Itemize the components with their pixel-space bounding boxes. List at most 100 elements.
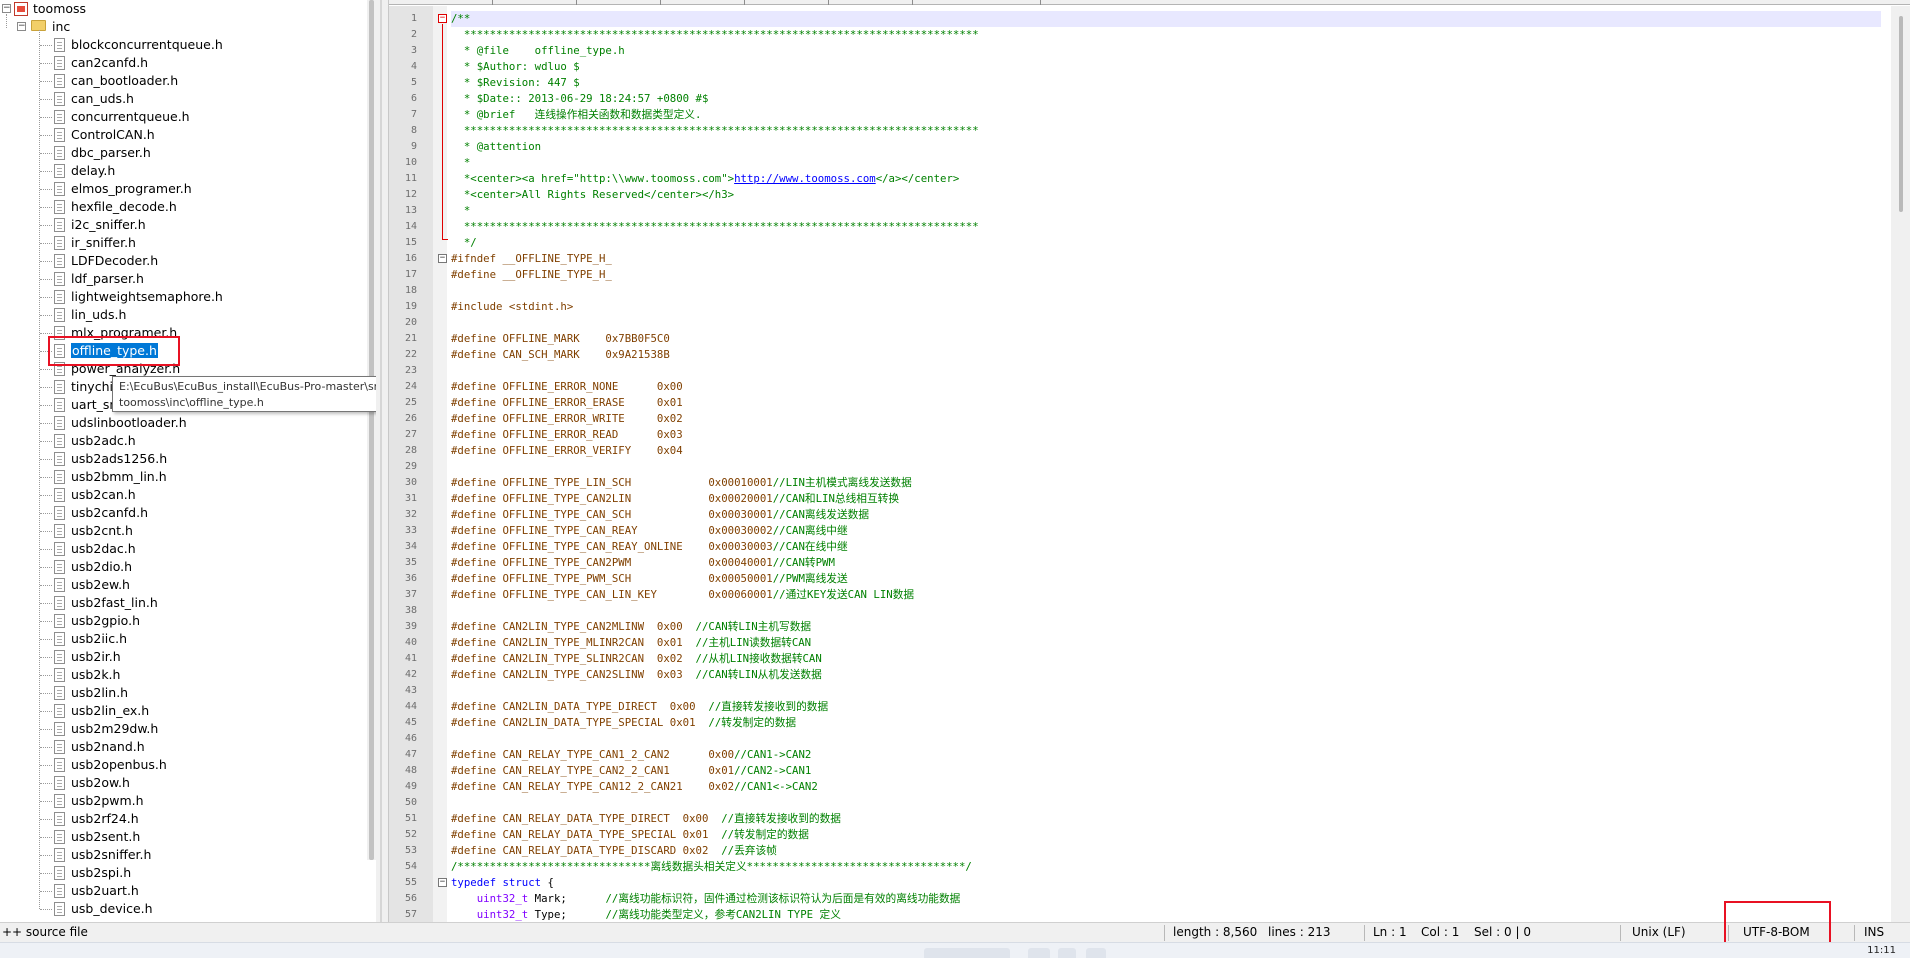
- tree-folder-inc[interactable]: inc: [52, 18, 70, 36]
- code-line[interactable]: #define OFFLINE_ERROR_VERIFY 0x04: [451, 443, 683, 459]
- tab-segment[interactable]: [577, 0, 661, 5]
- fold-toggle[interactable]: −: [438, 878, 447, 887]
- tree-file-item[interactable]: usb2k.h: [71, 666, 120, 684]
- code-line[interactable]: *: [451, 203, 470, 219]
- code-line[interactable]: /******************************离线数据头相关定义…: [451, 859, 972, 875]
- tab-segment[interactable]: [661, 0, 745, 5]
- code-line[interactable]: #define CAN_RELAY_TYPE_CAN2_2_CAN1 0x01/…: [451, 763, 811, 779]
- code-line[interactable]: #define OFFLINE_TYPE_LIN_SCH 0x00010001/…: [451, 475, 912, 491]
- tab-segment[interactable]: [745, 0, 829, 5]
- code-line[interactable]: #define OFFLINE_TYPE_CAN2LIN 0x00020001/…: [451, 491, 899, 507]
- tab-segment[interactable]: [493, 0, 577, 5]
- code-line[interactable]: /**: [451, 11, 1881, 27]
- code-line[interactable]: #define CAN_RELAY_TYPE_CAN1_2_CAN2 0x00/…: [451, 747, 811, 763]
- tree-file-item[interactable]: blockconcurrentqueue.h: [71, 36, 223, 54]
- code-line[interactable]: #define CAN2LIN_DATA_TYPE_DIRECT 0x00 //…: [451, 699, 828, 715]
- root-collapse-toggle[interactable]: −: [2, 4, 11, 13]
- code-line[interactable]: #define CAN_RELAY_DATA_TYPE_DIRECT 0x00 …: [451, 811, 841, 827]
- editor-scrollbar-thumb[interactable]: [1899, 16, 1903, 212]
- tree-file-item[interactable]: lightweightsemaphore.h: [71, 288, 223, 306]
- code-line[interactable]: #define CAN2LIN_TYPE_CAN2MLINW 0x00 //CA…: [451, 619, 811, 635]
- tree-file-item[interactable]: usb2can.h: [71, 486, 136, 504]
- taskbar-item[interactable]: [1028, 948, 1050, 958]
- tree-file-item[interactable]: usb2pwm.h: [71, 792, 144, 810]
- code-line[interactable]: *: [451, 155, 470, 171]
- tree-file-item[interactable]: usb2dac.h: [71, 540, 136, 558]
- tree-file-item[interactable]: usb2adc.h: [71, 432, 136, 450]
- code-line[interactable]: ****************************************…: [451, 123, 979, 139]
- code-line[interactable]: #define CAN_RELAY_DATA_TYPE_SPECIAL 0x01…: [451, 827, 809, 843]
- tree-file-item[interactable]: usb2ads1256.h: [71, 450, 167, 468]
- code-line[interactable]: #define OFFLINE_TYPE_PWM_SCH 0x00050001/…: [451, 571, 848, 587]
- fold-toggle[interactable]: −: [438, 254, 447, 263]
- tree-file-item[interactable]: usb2bmm_lin.h: [71, 468, 167, 486]
- splitter-grip[interactable]: [380, 0, 382, 922]
- code-text-area[interactable]: /** ************************************…: [451, 6, 1881, 922]
- tree-root-label[interactable]: toomoss: [33, 0, 86, 18]
- folder-collapse-toggle[interactable]: −: [17, 22, 26, 31]
- tree-file-item[interactable]: usb2gpio.h: [71, 612, 140, 630]
- tree-file-item[interactable]: lin_uds.h: [71, 306, 126, 324]
- code-line[interactable]: *<center>All Rights Reserved</center></h…: [451, 187, 734, 203]
- tree-file-item[interactable]: usb2lin.h: [71, 684, 128, 702]
- tree-file-item[interactable]: usb2uart.h: [71, 882, 139, 900]
- tree-file-item[interactable]: usb_device.h: [71, 900, 153, 918]
- tab-segment[interactable]: [829, 0, 913, 5]
- code-line[interactable]: ****************************************…: [451, 219, 979, 235]
- tree-file-item[interactable]: dbc_parser.h: [71, 144, 151, 162]
- tree-file-item[interactable]: usb2dio.h: [71, 558, 132, 576]
- status-eol[interactable]: Unix (LF): [1632, 923, 1686, 942]
- tree-file-item[interactable]: hexfile_decode.h: [71, 198, 177, 216]
- tree-file-item[interactable]: i2c_sniffer.h: [71, 216, 146, 234]
- tree-file-item[interactable]: usb2rf24.h: [71, 810, 139, 828]
- code-line[interactable]: #define OFFLINE_ERROR_WRITE 0x02: [451, 411, 683, 427]
- tree-file-item[interactable]: udslinbootloader.h: [71, 414, 187, 432]
- code-line[interactable]: #define OFFLINE_TYPE_CAN2PWM 0x00040001/…: [451, 555, 835, 571]
- code-line[interactable]: #define CAN_SCH_MARK 0x9A21538B: [451, 347, 670, 363]
- code-line[interactable]: #define OFFLINE_ERROR_NONE 0x00: [451, 379, 683, 395]
- code-line[interactable]: * $Date:: 2013-06-29 18:24:57 +0800 #$: [451, 91, 709, 107]
- editor-vertical-scrollbar[interactable]: [1891, 6, 1910, 922]
- code-line[interactable]: #define CAN_RELAY_DATA_TYPE_DISCARD 0x02…: [451, 843, 777, 859]
- code-line[interactable]: #define OFFLINE_MARK 0x7BB0F5C0: [451, 331, 670, 347]
- code-line[interactable]: * $Author: wdluo $: [451, 59, 580, 75]
- code-line[interactable]: #define CAN_RELAY_TYPE_CAN12_2_CAN21 0x0…: [451, 779, 818, 795]
- code-line[interactable]: * @brief 连线操作相关函数和数据类型定义.: [451, 107, 702, 123]
- tree-scrollbar[interactable]: [367, 0, 376, 860]
- code-line[interactable]: uint32_t Type; //离线功能类型定义，参考CAN2LIN TYPE…: [451, 907, 841, 922]
- pane-splitter[interactable]: [376, 0, 388, 922]
- code-line[interactable]: *<center><a href="http:\\www.toomoss.com…: [451, 171, 959, 187]
- tree-file-item[interactable]: concurrentqueue.h: [71, 108, 190, 126]
- code-line[interactable]: * @attention: [451, 139, 541, 155]
- tree-file-item[interactable]: ldf_parser.h: [71, 270, 144, 288]
- tree-file-item[interactable]: usb2iic.h: [71, 630, 127, 648]
- tree-file-item[interactable]: ir_sniffer.h: [71, 234, 136, 252]
- code-editor[interactable]: 1 2 3 4 5 6 7 8 9 10 11 12 13 14 15 16 17 18 19 20 21 22 23 24 2…: [388, 0, 1910, 922]
- tree-file-item[interactable]: usb2fast_lin.h: [71, 594, 158, 612]
- tree-file-item[interactable]: usb2nand.h: [71, 738, 145, 756]
- code-line[interactable]: #define CAN2LIN_TYPE_SLINR2CAN 0x02 //从机…: [451, 651, 822, 667]
- tree-file-item[interactable]: can_bootloader.h: [71, 72, 178, 90]
- tree-file-item[interactable]: usb2lin_ex.h: [71, 702, 149, 720]
- tree-file-item[interactable]: usb2ow.h: [71, 774, 130, 792]
- tree-file-item[interactable]: usb2canfd.h: [71, 504, 148, 522]
- tree-file-item[interactable]: can2canfd.h: [71, 54, 148, 72]
- code-line[interactable]: #ifndef __OFFLINE_TYPE_H_: [451, 251, 612, 267]
- tree-file-item[interactable]: usb2spi.h: [71, 864, 131, 882]
- tree-file-item[interactable]: usb2ew.h: [71, 576, 130, 594]
- code-line[interactable]: ****************************************…: [451, 27, 979, 43]
- tree-file-item[interactable]: usb2sniffer.h: [71, 846, 151, 864]
- code-line[interactable]: #define OFFLINE_TYPE_CAN_REAY 0x00030002…: [451, 523, 848, 539]
- fold-toggle[interactable]: −: [438, 14, 447, 23]
- tree-file-item[interactable]: delay.h: [71, 162, 115, 180]
- taskbar-item[interactable]: [1086, 948, 1106, 958]
- code-line[interactable]: #define OFFLINE_TYPE_CAN_LIN_KEY 0x00060…: [451, 587, 914, 603]
- code-line[interactable]: * @file offline_type.h: [451, 43, 625, 59]
- code-line[interactable]: uint32_t Mark; //离线功能标识符，固件通过检测该标识符认为后面是…: [451, 891, 961, 907]
- taskbar-item[interactable]: [1058, 948, 1076, 958]
- code-line[interactable]: * $Revision: 447 $: [451, 75, 580, 91]
- code-line[interactable]: #define OFFLINE_TYPE_CAN_REAY_ONLINE 0x0…: [451, 539, 848, 555]
- code-line[interactable]: #define OFFLINE_ERROR_READ 0x03: [451, 427, 683, 443]
- tree-file-item[interactable]: can_uds.h: [71, 90, 134, 108]
- code-line[interactable]: #define CAN2LIN_DATA_TYPE_SPECIAL 0x01 /…: [451, 715, 796, 731]
